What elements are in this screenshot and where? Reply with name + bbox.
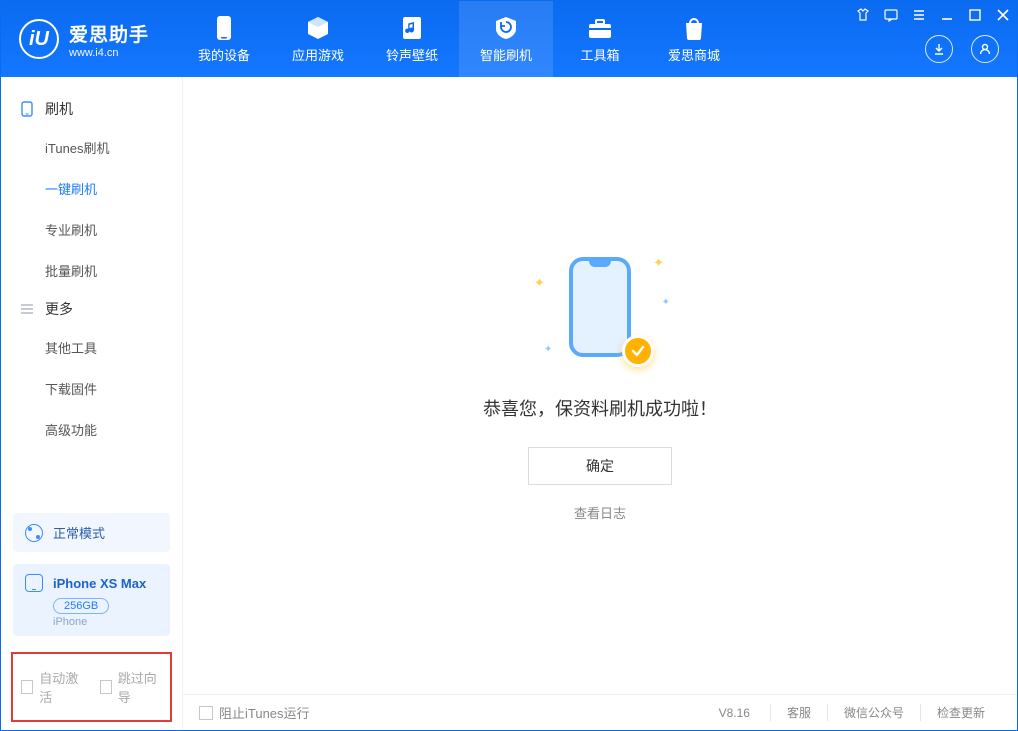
footer: 阻止iTunes运行 V8.16 客服 微信公众号 检查更新 [183, 694, 1017, 730]
tab-label: 工具箱 [581, 45, 620, 64]
checkbox-skip-wizard[interactable]: 跳过向导 [100, 668, 163, 706]
refresh-shield-icon [493, 15, 519, 41]
main-tabs: 我的设备 应用游戏 铃声壁纸 智能刷机 工具箱 爱思商城 [177, 1, 741, 77]
device-name: iPhone XS Max [53, 576, 146, 591]
mode-label: 正常模式 [53, 523, 105, 542]
tab-label: 我的设备 [198, 45, 250, 64]
mode-card[interactable]: 正常模式 [13, 513, 170, 552]
view-log-link[interactable]: 查看日志 [574, 503, 626, 522]
check-badge-icon [622, 335, 654, 367]
list-icon [19, 301, 35, 317]
options-highlight: 自动激活 跳过向导 [11, 652, 172, 722]
phone-illustration-icon [569, 257, 631, 357]
tab-label: 智能刷机 [480, 45, 532, 64]
maximize-icon[interactable] [967, 7, 983, 23]
sidebar-item-oneclick-flash[interactable]: 一键刷机 [45, 168, 182, 209]
checkbox-icon [21, 680, 33, 694]
sidebar-scroll: 刷机 iTunes刷机 一键刷机 专业刷机 批量刷机 更多 其他工具 下载固件 … [1, 77, 182, 503]
checkbox-block-itunes[interactable]: 阻止iTunes运行 [199, 703, 310, 722]
app-window: iU 爱思助手 www.i4.cn 我的设备 应用游戏 铃声壁纸 智能刷机 [0, 0, 1018, 731]
tab-ringtone-wallpaper[interactable]: 铃声壁纸 [365, 1, 459, 77]
ok-button[interactable]: 确定 [528, 447, 672, 485]
footer-link-wechat[interactable]: 微信公众号 [827, 704, 920, 721]
sparkle-icon: ✦ [653, 255, 664, 271]
sidebar-item-pro-flash[interactable]: 专业刷机 [45, 209, 182, 250]
music-note-icon [399, 15, 425, 41]
sidebar-item-batch-flash[interactable]: 批量刷机 [45, 250, 182, 291]
tab-label: 爱思商城 [668, 45, 720, 64]
group-more-items: 其他工具 下载固件 高级功能 [1, 327, 182, 450]
group-flash[interactable]: 刷机 [1, 91, 182, 127]
device-capacity: 256GB [53, 598, 109, 614]
logo-area: iU 爱思助手 www.i4.cn [1, 1, 167, 77]
checkbox-label: 跳过向导 [118, 668, 162, 706]
device-icon [25, 574, 43, 592]
content-area: ✦ ✦ ✦ ✦ 恭喜您，保资料刷机成功啦！ 确定 查看日志 阻止iTunes运行… [183, 77, 1017, 730]
user-icon[interactable] [971, 35, 999, 63]
device-type: iPhone [53, 616, 158, 628]
tab-smart-flash[interactable]: 智能刷机 [459, 1, 553, 77]
footer-link-check-update[interactable]: 检查更新 [920, 704, 1001, 721]
app-subtitle: www.i4.cn [69, 47, 149, 59]
user-controls [925, 35, 999, 63]
tab-label: 铃声壁纸 [386, 45, 438, 64]
app-title: 爱思助手 [69, 20, 149, 47]
sidebar-item-download-firmware[interactable]: 下载固件 [45, 368, 182, 409]
phone-icon [211, 15, 237, 41]
sparkle-icon: ✦ [544, 344, 552, 355]
success-illustration: ✦ ✦ ✦ ✦ [530, 249, 670, 369]
toolbox-icon [587, 15, 613, 41]
tab-store[interactable]: 爱思商城 [647, 1, 741, 77]
window-controls [855, 7, 1011, 23]
shirt-icon[interactable] [855, 7, 871, 23]
mode-icon [25, 524, 43, 542]
group-title: 刷机 [45, 99, 73, 119]
bag-icon [681, 15, 707, 41]
tab-apps-games[interactable]: 应用游戏 [271, 1, 365, 77]
menu-icon[interactable] [911, 7, 927, 23]
sidebar-item-other-tools[interactable]: 其他工具 [45, 327, 182, 368]
tab-label: 应用游戏 [292, 45, 344, 64]
device-small-icon [19, 101, 35, 117]
device-row: iPhone XS Max [25, 574, 158, 592]
feedback-icon[interactable] [883, 7, 899, 23]
sidebar-item-itunes-flash[interactable]: iTunes刷机 [45, 127, 182, 168]
success-message: 恭喜您，保资料刷机成功啦！ [483, 395, 717, 421]
footer-link-support[interactable]: 客服 [770, 704, 827, 721]
group-title: 更多 [45, 299, 73, 319]
checkbox-label: 自动激活 [39, 668, 83, 706]
device-card[interactable]: iPhone XS Max 256GB iPhone [13, 564, 170, 636]
checkbox-icon [100, 680, 112, 694]
version-label: V8.16 [719, 706, 750, 720]
download-icon[interactable] [925, 35, 953, 63]
logo-text: 爱思助手 www.i4.cn [69, 20, 149, 59]
titlebar: iU 爱思助手 www.i4.cn 我的设备 应用游戏 铃声壁纸 智能刷机 [1, 1, 1017, 77]
close-icon[interactable] [995, 7, 1011, 23]
main-panel: ✦ ✦ ✦ ✦ 恭喜您，保资料刷机成功啦！ 确定 查看日志 [183, 77, 1017, 694]
cube-icon [305, 15, 331, 41]
group-flash-items: iTunes刷机 一键刷机 专业刷机 批量刷机 [1, 127, 182, 291]
tab-toolbox[interactable]: 工具箱 [553, 1, 647, 77]
sidebar: 刷机 iTunes刷机 一键刷机 专业刷机 批量刷机 更多 其他工具 下载固件 … [1, 77, 183, 730]
sidebar-item-advanced[interactable]: 高级功能 [45, 409, 182, 450]
body: 刷机 iTunes刷机 一键刷机 专业刷机 批量刷机 更多 其他工具 下载固件 … [1, 77, 1017, 730]
checkbox-auto-activate[interactable]: 自动激活 [21, 668, 84, 706]
sparkle-icon: ✦ [534, 275, 545, 291]
logo-icon: iU [19, 19, 59, 59]
checkbox-icon [199, 706, 213, 720]
minimize-icon[interactable] [939, 7, 955, 23]
group-more[interactable]: 更多 [1, 291, 182, 327]
tab-my-device[interactable]: 我的设备 [177, 1, 271, 77]
checkbox-label: 阻止iTunes运行 [219, 703, 310, 722]
sparkle-icon: ✦ [662, 297, 670, 308]
